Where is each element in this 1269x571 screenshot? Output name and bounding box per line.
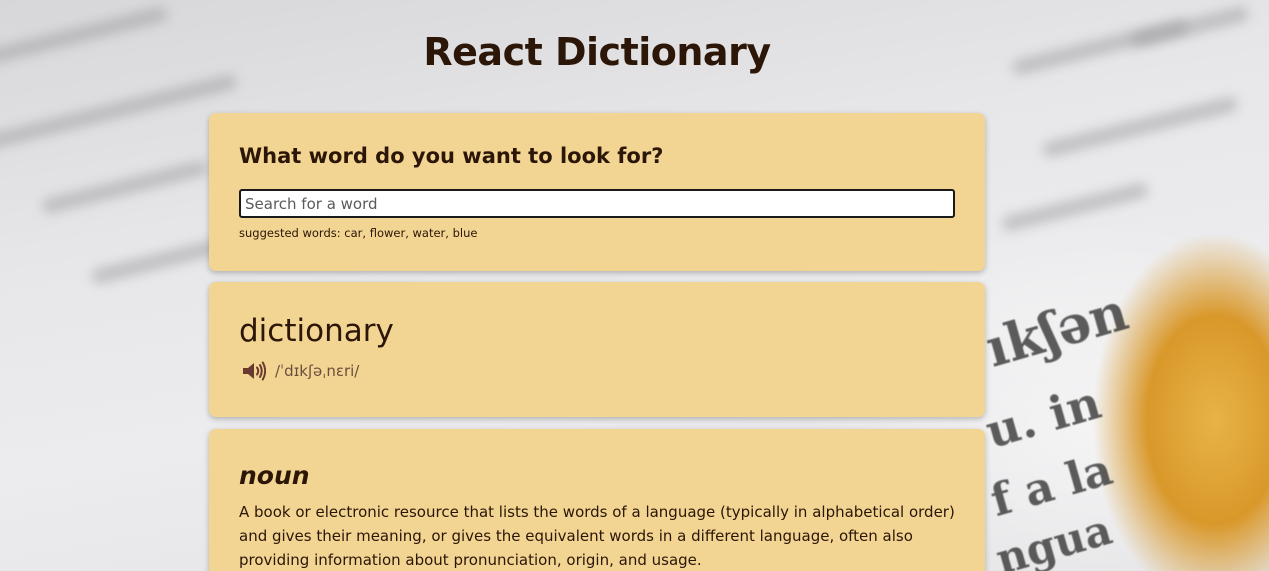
meaning-card: noun A book or electronic resource that … <box>209 429 985 571</box>
suggestion-blue[interactable]: blue <box>453 226 478 240</box>
word-title: dictionary <box>239 313 394 349</box>
suggested-words: suggested words: car, flower, water, blu… <box>239 226 478 240</box>
search-card: What word do you want to look for? sugge… <box>209 113 985 271</box>
search-question: What word do you want to look for? <box>239 144 664 168</box>
dictionary-app: React Dictionary What word do you want t… <box>0 0 1269 571</box>
search-input[interactable] <box>239 189 955 218</box>
phonetic-text: /ˈdɪkʃəˌnɛri/ <box>275 362 360 380</box>
part-of-speech: noun <box>239 461 310 490</box>
suggestion-car[interactable]: car <box>344 226 362 240</box>
app-title: React Dictionary <box>423 30 771 74</box>
suggestion-water[interactable]: water <box>413 226 446 240</box>
suggestions-label: suggested words: <box>239 226 341 240</box>
word-card: dictionary /ˈdɪkʃəˌnɛri/ <box>209 282 985 417</box>
definition-text: A book or electronic resource that lists… <box>239 503 955 569</box>
phonetic-row: /ˈdɪkʃəˌnɛri/ <box>241 360 359 382</box>
play-audio-button[interactable] <box>241 360 267 382</box>
speaker-icon <box>243 361 266 381</box>
suggestion-flower[interactable]: flower <box>370 226 406 240</box>
